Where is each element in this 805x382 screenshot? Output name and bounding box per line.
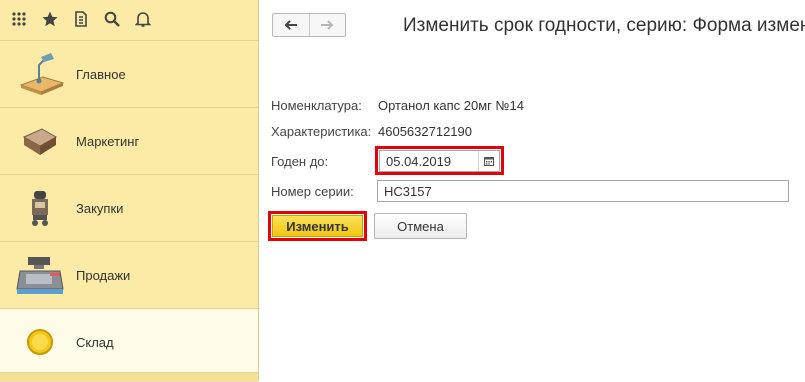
warehouse-coin-icon [12,317,68,367]
nomenclature-row: Номенклатура: Ортанол капс 20мг №14 [271,95,524,115]
sidebar-item-purchases[interactable]: Закупки [0,174,258,241]
nomenclature-label: Номенклатура: [271,97,362,113]
search-icon[interactable] [101,8,123,30]
sidebar: Главное Маркетинг Закупки Продажи Склад [0,0,259,382]
sidebar-item-label: Закупки [76,200,124,216]
star-icon[interactable] [39,8,61,30]
arrow-left-icon [284,20,297,30]
characteristic-row: Характеристика: 4605632712190 [271,121,472,141]
calendar-icon[interactable] [478,151,499,171]
back-button[interactable] [273,14,309,36]
sidebar-item-main[interactable]: Главное [0,40,258,107]
sidebar-toolbar [0,0,259,38]
expiry-row: Годен до: [271,151,378,171]
expiry-date-field[interactable]: 05.04.2019 [379,150,500,172]
arrow-right-icon [321,20,334,30]
forward-button[interactable] [308,14,346,36]
sidebar-item-marketing[interactable]: Маркетинг [0,107,258,174]
history-icon[interactable] [70,8,92,30]
marketing-icon [12,116,68,166]
sidebar-item-warehouse[interactable]: Склад [0,308,258,375]
sidebar-item-label: Маркетинг [76,133,140,149]
characteristic-label: Характеристика: [271,123,372,139]
sidebar-item-sales[interactable]: Продажи [0,241,258,308]
serial-row: Номер серии: [271,181,378,201]
apply-button[interactable]: Изменить [272,215,363,237]
cancel-button[interactable]: Отмена [374,213,467,239]
grid-icon[interactable] [8,8,30,30]
characteristic-value: 4605632712190 [378,123,472,139]
nomenclature-value: Ортанол капс 20мг №14 [378,97,524,113]
form-area: Изменить срок годности, серию: Форма изм… [260,0,805,381]
purchases-icon [12,183,68,233]
serial-number-value: НС3157 [384,183,432,199]
sidebar-item-label: Главное [76,66,126,82]
cash-register-icon [12,250,68,300]
serial-number-field[interactable]: НС3157 [377,180,789,202]
expiry-label: Годен до: [271,153,329,169]
bell-icon[interactable] [132,8,154,30]
page-title: Изменить срок годности, серию: Форма изм… [403,15,805,36]
sidebar-item-label: Продажи [76,267,131,283]
expiry-date-value: 05.04.2019 [386,153,452,169]
desk-lamp-icon [12,49,68,99]
sidebar-item-label: Склад [76,334,114,350]
serial-label: Номер серии: [271,183,354,199]
history-nav [272,13,346,37]
